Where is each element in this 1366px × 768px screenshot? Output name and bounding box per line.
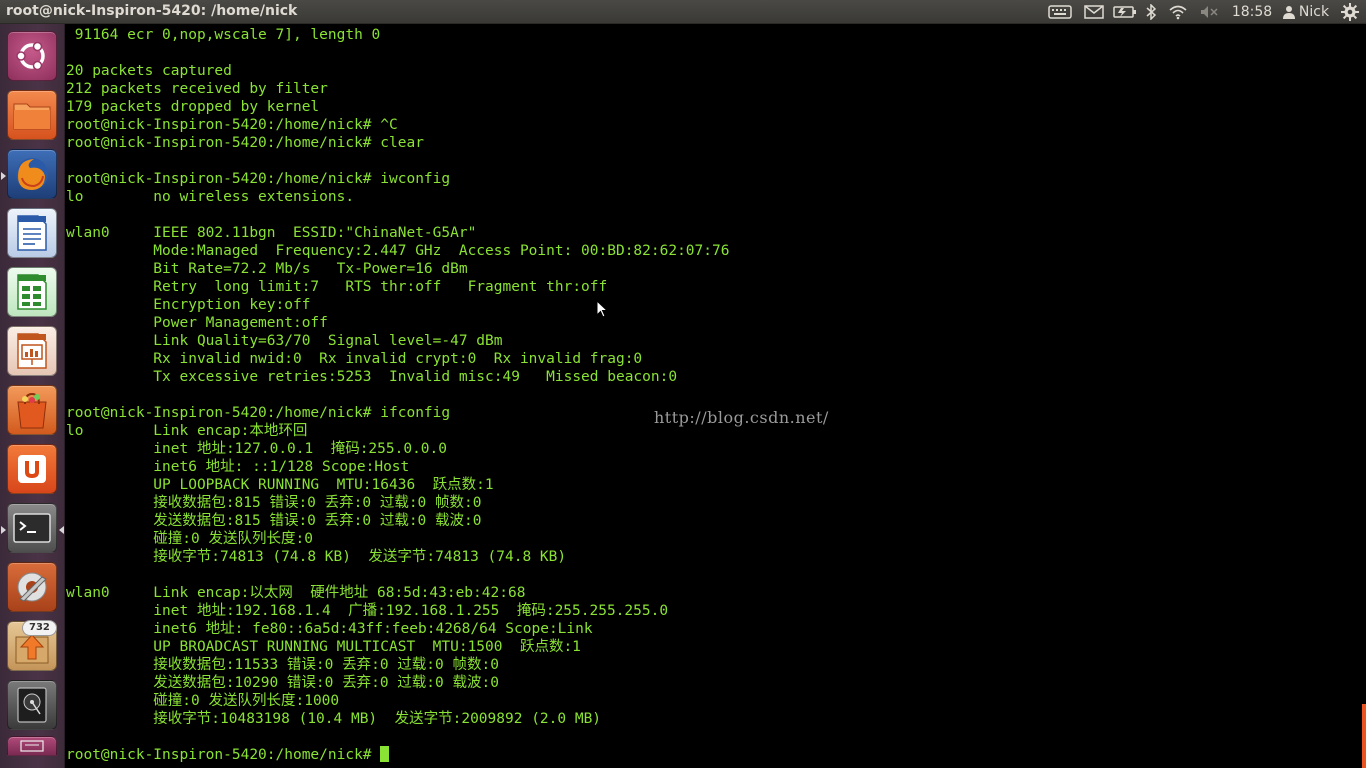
keyboard-indicator[interactable] bbox=[1046, 0, 1074, 24]
settings-wrench-icon bbox=[17, 572, 47, 602]
calc-icon bbox=[17, 274, 47, 310]
watermark: http://blog.csdn.net/ bbox=[654, 408, 829, 427]
terminal-line: 发送数据包:815 错误:0 丢弃:0 过载:0 载波:0 bbox=[66, 513, 482, 529]
terminal-line: Encryption key:off bbox=[66, 297, 311, 313]
terminal-line: Link Quality=63/70 Signal level=-47 dBm bbox=[66, 333, 503, 349]
terminal-line: lo no wireless extensions. bbox=[66, 189, 355, 205]
folder-icon bbox=[13, 103, 51, 130]
launcher-trash[interactable] bbox=[7, 736, 57, 756]
update-count-badge: 732 bbox=[22, 620, 57, 636]
user-name: Nick bbox=[1298, 4, 1330, 20]
launcher-firefox[interactable] bbox=[7, 149, 57, 199]
user-indicator[interactable]: Nick bbox=[1280, 0, 1332, 24]
shopping-bag-icon bbox=[17, 392, 47, 429]
battery-indicator[interactable] bbox=[1112, 0, 1138, 24]
terminal-line: root@nick-Inspiron-5420:/home/nick# ifco… bbox=[66, 405, 451, 421]
terminal-cursor bbox=[380, 746, 390, 762]
envelope-icon bbox=[1084, 5, 1104, 19]
terminal-line: inet 地址:192.168.1.4 广播:192.168.1.255 掩码:… bbox=[66, 603, 669, 619]
terminal-line: Power Management:off bbox=[66, 315, 328, 331]
terminal-line: inet6 地址: fe80::6a5d:43ff:feeb:4268/64 S… bbox=[66, 621, 593, 637]
terminal-prompt-line: root@nick-Inspiron-5420:/home/nick# bbox=[66, 746, 729, 764]
session-indicator[interactable] bbox=[1338, 0, 1362, 24]
running-indicator bbox=[1, 526, 6, 534]
terminal-line: Bit Rate=72.2 Mb/s Tx-Power=16 dBm bbox=[66, 261, 468, 277]
terminal-line: root@nick-Inspiron-5420:/home/nick# clea… bbox=[66, 135, 424, 151]
terminal-line: wlan0 Link encap:以太网 硬件地址 68:5d:43:eb:42… bbox=[66, 585, 526, 601]
launcher: 732 bbox=[0, 24, 65, 768]
launcher-terminal[interactable] bbox=[7, 503, 57, 553]
keyboard-icon bbox=[1048, 5, 1072, 19]
launcher-ubuntu-one[interactable] bbox=[7, 444, 57, 494]
ubuntu-logo-icon bbox=[16, 41, 45, 71]
terminal-line: Rx invalid nwid:0 Rx invalid crypt:0 Rx … bbox=[66, 351, 643, 367]
terminal-line: wlan0 IEEE 802.11bgn ESSID:"ChinaNet-G5A… bbox=[66, 225, 477, 241]
terminal-line: 发送数据包:10290 错误:0 丢弃:0 过载:0 载波:0 bbox=[66, 675, 499, 691]
writer-icon bbox=[17, 215, 47, 251]
sound-indicator[interactable] bbox=[1198, 0, 1220, 24]
terminal-line: 212 packets received by filter bbox=[66, 81, 328, 97]
battery-icon bbox=[1113, 6, 1136, 18]
disk-icon bbox=[17, 687, 47, 723]
terminal-line: Mode:Managed Frequency:2.447 GHz Access … bbox=[66, 243, 730, 259]
terminal-line: 20 packets captured bbox=[66, 63, 232, 79]
terminal-line: 碰撞:0 发送队列长度:1000 bbox=[66, 693, 340, 709]
terminal-line: 碰撞:0 发送队列长度:0 bbox=[66, 531, 313, 547]
running-indicator bbox=[1, 172, 6, 180]
launcher-software-center[interactable] bbox=[7, 385, 57, 435]
terminal-line: Retry long limit:7 RTS thr:off Fragment … bbox=[66, 279, 608, 295]
user-icon bbox=[1282, 6, 1295, 19]
mouse-pointer-icon bbox=[596, 300, 608, 318]
bluetooth-indicator[interactable] bbox=[1142, 0, 1160, 24]
terminal-line: 接收字节:10483198 (10.4 MB) 发送字节:2009892 (2.… bbox=[66, 711, 602, 727]
impress-icon bbox=[17, 333, 47, 369]
terminal-line: UP LOOPBACK RUNNING MTU:16436 跃点数:1 bbox=[66, 477, 494, 493]
gear-icon bbox=[1341, 3, 1359, 21]
terminal-output: 91164 ecr 0,nop,wscale 7], length 0 20 pa… bbox=[66, 26, 729, 764]
trash-icon bbox=[20, 740, 44, 752]
firefox-icon bbox=[16, 158, 48, 190]
terminal-line: lo Link encap:本地环回 bbox=[66, 423, 308, 439]
terminal-line: Tx excessive retries:5253 Invalid misc:4… bbox=[66, 369, 678, 385]
launcher-libreoffice-impress[interactable] bbox=[7, 326, 57, 376]
focused-indicator bbox=[59, 526, 64, 534]
launcher-libreoffice-writer[interactable] bbox=[7, 208, 57, 258]
wifi-icon bbox=[1169, 5, 1187, 20]
terminal-line: inet 地址:127.0.0.1 掩码:255.0.0.0 bbox=[66, 441, 447, 457]
messaging-indicator[interactable] bbox=[1082, 0, 1106, 24]
terminal-line: 91164 ecr 0,nop,wscale 7], length 0 bbox=[66, 27, 381, 43]
terminal-line: root@nick-Inspiron-5420:/home/nick# ^C bbox=[66, 117, 398, 133]
ubuntu-one-icon bbox=[18, 455, 46, 483]
terminal-line: 接收字节:74813 (74.8 KB) 发送字节:74813 (74.8 KB… bbox=[66, 549, 567, 565]
speaker-muted-icon bbox=[1201, 6, 1218, 18]
launcher-disks[interactable] bbox=[7, 680, 57, 730]
launcher-system-settings[interactable] bbox=[7, 562, 57, 612]
terminal-line: 接收数据包:815 错误:0 丢弃:0 过载:0 帧数:0 bbox=[66, 495, 482, 511]
launcher-dash-home[interactable] bbox=[7, 31, 57, 81]
clock-indicator[interactable]: 18:58 bbox=[1230, 0, 1274, 24]
terminal-prompt: root@nick-Inspiron-5420:/home/nick# bbox=[66, 747, 381, 763]
launcher-libreoffice-calc[interactable] bbox=[7, 267, 57, 317]
terminal-line: 179 packets dropped by kernel bbox=[66, 99, 320, 115]
terminal-icon bbox=[13, 513, 51, 543]
terminal-line: UP BROADCAST RUNNING MULTICAST MTU:1500 … bbox=[66, 639, 581, 655]
network-indicator[interactable] bbox=[1166, 0, 1190, 24]
terminal-line: 接收数据包:11533 错误:0 丢弃:0 过载:0 帧数:0 bbox=[66, 657, 499, 673]
window-title: root@nick-Inspiron-5420: /home/nick bbox=[6, 3, 298, 19]
terminal-line: root@nick-Inspiron-5420:/home/nick# iwco… bbox=[66, 171, 451, 187]
bluetooth-icon bbox=[1146, 4, 1157, 20]
top-panel: root@nick-Inspiron-5420: /home/nick 18:5… bbox=[0, 0, 1366, 24]
scroll-edge bbox=[1362, 704, 1366, 768]
launcher-files[interactable] bbox=[7, 90, 57, 140]
clock: 18:58 bbox=[1231, 4, 1273, 20]
terminal-window[interactable]: 91164 ecr 0,nop,wscale 7], length 0 20 pa… bbox=[66, 24, 1366, 768]
terminal-line: inet6 地址: ::1/128 Scope:Host bbox=[66, 459, 410, 475]
